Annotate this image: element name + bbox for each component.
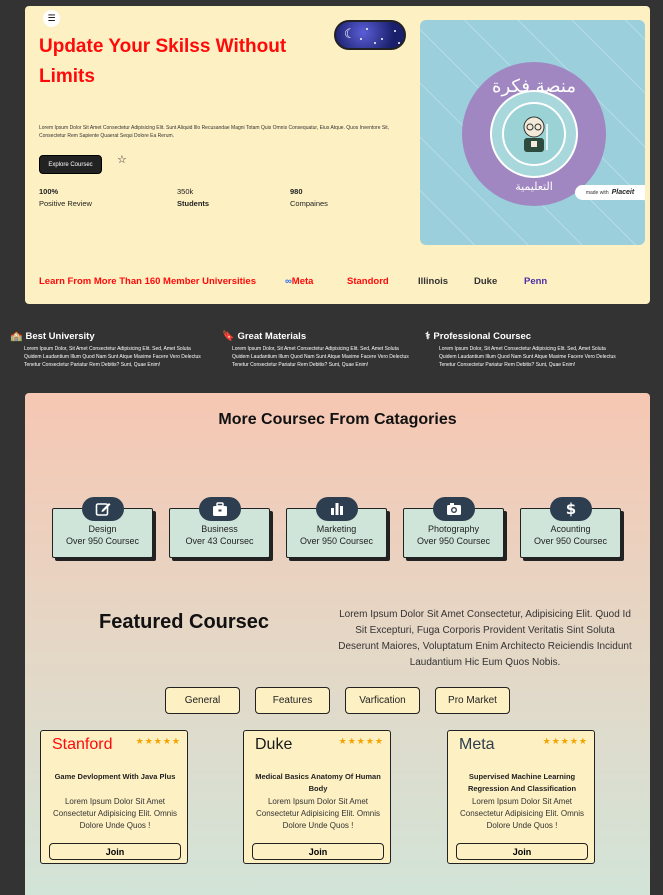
category-count: Over 43 Coursec bbox=[185, 536, 254, 546]
hero-section: ☰ Update Your Skilss Without Limits ☾ Lo… bbox=[25, 6, 650, 304]
filter-pro-market[interactable]: Pro Market bbox=[435, 687, 510, 714]
course-card: Duke ★★★★★ Medical Basics Anatomy Of Hum… bbox=[243, 730, 391, 864]
stat-label: Compaines bbox=[290, 199, 328, 208]
star-outline-icon[interactable]: ☆ bbox=[117, 153, 127, 166]
meta-logo-icon: ∞ bbox=[285, 276, 292, 287]
stat-value: 100% bbox=[39, 187, 59, 196]
course-provider: Duke bbox=[255, 736, 293, 753]
camera-icon bbox=[433, 497, 475, 521]
course-title: Game Devlopment With Java Plus bbox=[54, 772, 176, 781]
featured-description: Lorem Ipsum Dolor Sit Amet Consectetur, … bbox=[338, 609, 632, 668]
stat-students: 350k Students bbox=[177, 186, 209, 210]
filter-verification[interactable]: Varfication bbox=[345, 687, 420, 714]
chart-icon bbox=[316, 497, 358, 521]
course-provider: Stanford bbox=[52, 736, 113, 753]
course-description: Lorem Ipsum Dolor Sit Amet Consectetur A… bbox=[52, 797, 178, 830]
teacher-icon bbox=[502, 102, 566, 166]
university-penn[interactable]: Penn bbox=[524, 276, 547, 287]
join-button[interactable]: Join bbox=[252, 843, 384, 860]
universities-bar: Learn From More Than 160 Member Universi… bbox=[39, 276, 639, 290]
rating-stars-icon: ★★★★★ bbox=[338, 737, 384, 747]
category-count: Over 950 Coursec bbox=[416, 536, 491, 546]
placeit-prefix: made with bbox=[585, 189, 609, 196]
feature-best-university: 🏫 Best University Lorem Ipsum Dolor, Sit … bbox=[10, 331, 205, 369]
categories-section: More Coursec From Catagories Design Over… bbox=[25, 393, 650, 895]
stethoscope-icon: ⚕ bbox=[425, 331, 431, 342]
edit-icon bbox=[82, 497, 124, 521]
feature-title: Best University bbox=[25, 331, 95, 342]
featured-title: Featured Coursec bbox=[99, 611, 270, 633]
category-count: Over 950 Coursec bbox=[299, 536, 374, 546]
feature-title: Great Materials bbox=[237, 331, 307, 342]
hero-title: Update Your Skilss Without Limits bbox=[39, 36, 287, 87]
category-name: Photography bbox=[427, 524, 480, 534]
university-duke[interactable]: Duke bbox=[474, 276, 497, 287]
moon-icon: ☾ bbox=[344, 27, 356, 42]
categories-title: More Coursec From Catagories bbox=[218, 411, 457, 428]
school-icon: 🏫 bbox=[10, 331, 23, 342]
briefcase-icon bbox=[199, 497, 241, 521]
filter-general[interactable]: General bbox=[165, 687, 240, 714]
join-button[interactable]: Join bbox=[456, 843, 588, 860]
category-count: Over 950 Coursec bbox=[65, 536, 140, 546]
placeit-badge[interactable]: made with Placeit bbox=[575, 185, 645, 200]
rating-stars-icon: ★★★★★ bbox=[135, 737, 181, 747]
stat-reviews: 100% Positive Review bbox=[39, 186, 92, 210]
category-name: Design bbox=[88, 524, 117, 534]
bookmark-icon: 🔖 bbox=[222, 331, 235, 342]
feature-title: Professional Coursec bbox=[433, 331, 532, 342]
course-description: Lorem Ipsum Dolor Sit Amet Consectetur A… bbox=[459, 797, 585, 830]
stat-label: Positive Review bbox=[39, 199, 92, 208]
feature-professional-courses: ⚕ Professional Coursec Lorem Ipsum Dolor,… bbox=[425, 331, 620, 369]
theme-toggle[interactable]: ☾ bbox=[334, 20, 406, 50]
category-name: Business bbox=[201, 524, 238, 534]
category-count: Over 950 Coursec bbox=[533, 536, 608, 546]
feature-text: Lorem Ipsum Dolor, Sit Amet Consectetur … bbox=[439, 346, 616, 368]
hero-description: Lorem Ipsum Dolor Sit Amet Consectetur A… bbox=[39, 125, 390, 139]
feature-text: Lorem Ipsum Dolor, Sit Amet Consectetur … bbox=[24, 346, 201, 368]
menu-button[interactable]: ☰ bbox=[43, 10, 60, 27]
category-name: Acounting bbox=[550, 524, 591, 534]
course-title: Supervised Machine Learning Regression A… bbox=[467, 772, 577, 793]
feature-text: Lorem Ipsum Dolor, Sit Amet Consectetur … bbox=[232, 346, 409, 368]
explore-courses-button[interactable]: Explore Coursec bbox=[39, 155, 102, 174]
stat-companies: 980 Compaines bbox=[290, 186, 328, 210]
stat-value: 980 bbox=[290, 187, 303, 196]
hamburger-icon: ☰ bbox=[47, 13, 56, 24]
university-illinois[interactable]: Illinois bbox=[418, 276, 448, 287]
category-name: Marketing bbox=[316, 524, 357, 534]
filter-features[interactable]: Features bbox=[255, 687, 330, 714]
dollar-icon: $ bbox=[550, 497, 592, 521]
join-button[interactable]: Join bbox=[49, 843, 181, 860]
course-provider: Meta bbox=[459, 736, 495, 753]
hero-logo-image: منصة فكرة التعليمية made with Placeit bbox=[420, 20, 645, 245]
university-meta[interactable]: ∞Meta bbox=[285, 276, 313, 287]
course-description: Lorem Ipsum Dolor Sit Amet Consectetur A… bbox=[255, 797, 381, 830]
course-card: Meta ★★★★★ Supervised Machine Learning R… bbox=[447, 730, 595, 864]
placeit-brand: Placeit bbox=[611, 189, 635, 196]
rating-stars-icon: ★★★★★ bbox=[542, 737, 588, 747]
university-standord[interactable]: Standord bbox=[347, 276, 389, 287]
course-title: Medical Basics Anatomy Of Human Body bbox=[255, 772, 381, 793]
feature-great-materials: 🔖 Great Materials Lorem Ipsum Dolor, Sit … bbox=[222, 331, 417, 369]
course-card: Stanford ★★★★★ Game Devlopment With Java… bbox=[40, 730, 188, 864]
stat-value: 350k bbox=[177, 187, 194, 196]
universities-heading: Learn From More Than 160 Member Universi… bbox=[39, 276, 256, 287]
stat-label: Students bbox=[177, 199, 210, 208]
